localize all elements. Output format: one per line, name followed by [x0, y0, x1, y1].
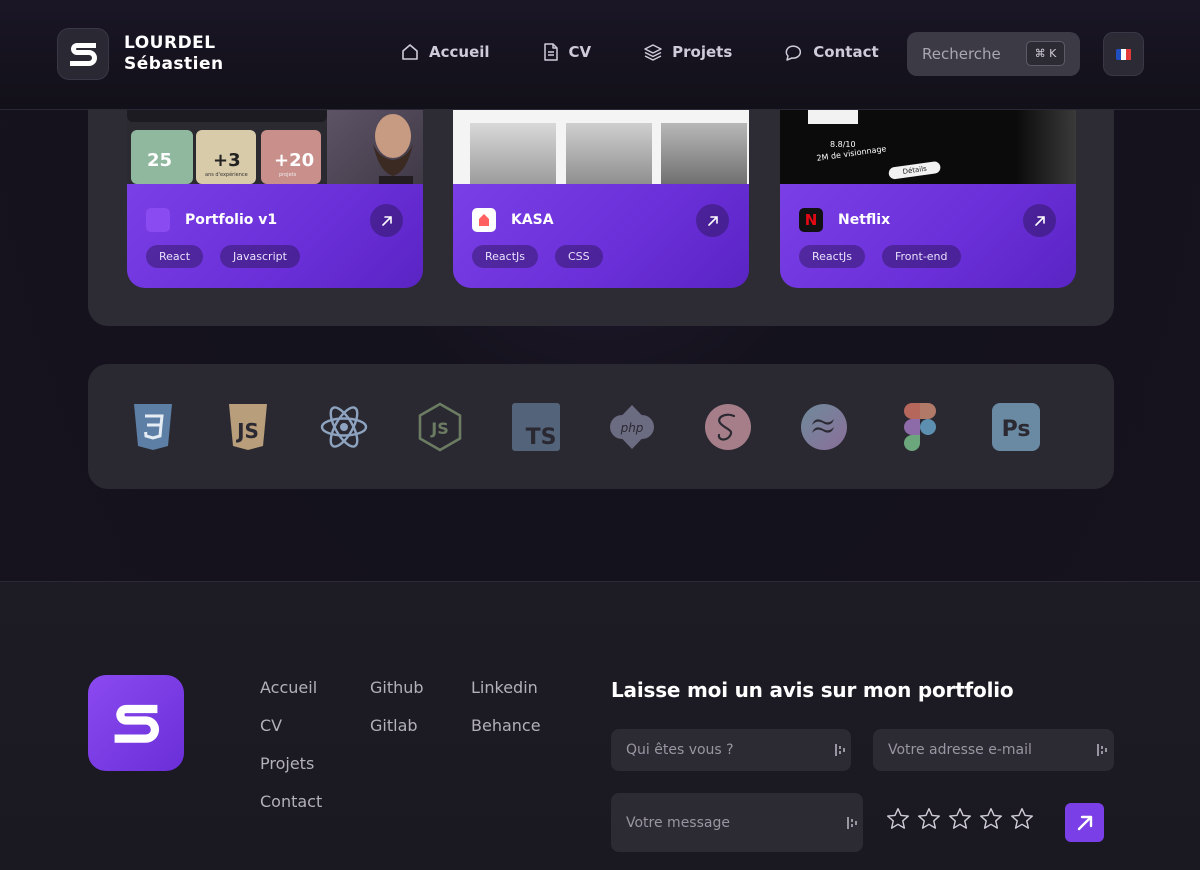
star-icon[interactable] — [978, 806, 1004, 832]
netflix-logo-icon: N — [799, 208, 823, 232]
typescript-icon: TS — [511, 402, 561, 452]
message-field[interactable] — [611, 793, 863, 852]
tag: CSS — [555, 245, 603, 268]
project-title: Portfolio v1 — [185, 212, 278, 228]
document-icon — [543, 43, 558, 61]
project-title: Netflix — [838, 212, 891, 228]
footer-social-column: Linkedin Behance — [471, 678, 541, 754]
figma-icon — [895, 402, 945, 452]
tailwind-icon — [799, 402, 849, 452]
stat-years: 25 — [147, 150, 173, 171]
project-preview-portfolio: 25 +3 +20 ans d'expérience projets — [127, 110, 423, 184]
footer-link-github[interactable]: Github — [370, 678, 424, 698]
nav-item-contact[interactable]: Contact — [784, 42, 879, 62]
svg-text:JS: JS — [235, 419, 259, 443]
netflix-rating: 8.8/10 — [830, 140, 856, 149]
brand-lastname: LOURDEL — [124, 33, 216, 53]
brand[interactable]: LOURDEL Sébastien — [57, 28, 224, 80]
kasa-logo-icon — [472, 208, 496, 232]
netflix-details-pill: Détails — [888, 160, 942, 180]
footer-link-behance[interactable]: Behance — [471, 716, 541, 736]
project-card-portfolio[interactable]: 25 +3 +20 ans d'expérience projets Portf… — [127, 110, 423, 338]
tag: React — [146, 245, 204, 268]
nav-label: Accueil — [429, 43, 490, 61]
tag: ReactJs — [799, 245, 865, 268]
php-icon: php — [607, 402, 657, 452]
tech-stack-strip: JS JS TS php Ps — [88, 364, 1114, 489]
footer: Accueil CV Projets Contact Github Gitlab… — [0, 581, 1200, 870]
star-icon[interactable] — [885, 806, 911, 832]
arrow-up-right-icon — [707, 215, 718, 226]
project-title: KASA — [511, 212, 554, 228]
nav-item-cv[interactable]: CV — [542, 42, 592, 62]
arrow-up-right-icon — [1034, 215, 1045, 226]
project-preview-kasa — [453, 110, 749, 184]
stat-experience: +3 — [213, 150, 241, 171]
search-button[interactable]: Recherche ⌘ K — [907, 32, 1080, 76]
css3-icon — [128, 402, 178, 452]
field-autofill-icon — [847, 817, 857, 829]
rating-stars — [885, 806, 1040, 832]
home-icon — [402, 44, 418, 60]
main-nav: Accueil CV Projets Contact — [400, 42, 879, 62]
stat-experience-caption: ans d'expérience — [205, 172, 248, 178]
sass-icon — [703, 402, 753, 452]
footer-nav-column: Accueil CV Projets Contact — [260, 678, 322, 830]
arrow-up-right-icon — [1077, 815, 1092, 830]
star-icon[interactable] — [947, 806, 973, 832]
footer-link-contact[interactable]: Contact — [260, 792, 322, 812]
chat-icon — [785, 45, 802, 61]
name-field[interactable] — [611, 729, 851, 771]
footer-link-accueil[interactable]: Accueil — [260, 678, 322, 698]
tag: ReactJs — [472, 245, 538, 268]
react-icon — [319, 402, 369, 452]
star-icon[interactable] — [1009, 806, 1035, 832]
nav-item-accueil[interactable]: Accueil — [400, 42, 490, 62]
nav-label: Contact — [813, 43, 879, 61]
top-navbar: LOURDEL Sébastien Accueil CV Projets Con… — [0, 0, 1200, 110]
svg-text:Ps: Ps — [1002, 417, 1031, 442]
language-switch-button[interactable] — [1103, 32, 1144, 76]
portrait-image — [373, 114, 413, 184]
search-label: Recherche — [922, 45, 1001, 63]
review-form-title: Laisse moi un avis sur mon portfolio — [611, 678, 1014, 702]
brand-firstname: Sébastien — [124, 54, 224, 74]
open-project-button[interactable] — [1023, 204, 1056, 237]
project-preview-netflix: 8.8/10 2M de visionnage Détails — [780, 110, 1076, 184]
arrow-up-right-icon — [381, 215, 392, 226]
stat-projects-caption: projets — [279, 172, 297, 178]
svg-text:TS: TS — [526, 425, 557, 450]
photoshop-icon: Ps — [991, 402, 1041, 452]
nav-label: Projets — [672, 43, 733, 61]
star-icon[interactable] — [916, 806, 942, 832]
footer-link-cv[interactable]: CV — [260, 716, 322, 736]
project-card-kasa[interactable]: KASA ReactJs CSS — [453, 110, 749, 338]
nav-item-projets[interactable]: Projets — [643, 42, 732, 62]
layers-icon — [644, 44, 662, 61]
email-field[interactable] — [873, 729, 1114, 771]
stat-projects: +20 — [274, 150, 315, 171]
footer-code-column: Github Gitlab — [370, 678, 424, 754]
svg-text:JS: JS — [430, 419, 448, 438]
javascript-icon: JS — [223, 402, 273, 452]
footer-link-gitlab[interactable]: Gitlab — [370, 716, 424, 736]
svg-text:php: php — [620, 421, 644, 435]
footer-link-projets[interactable]: Projets — [260, 754, 322, 774]
nav-label: CV — [568, 43, 592, 61]
french-flag-icon — [1115, 48, 1132, 60]
footer-link-linkedin[interactable]: Linkedin — [471, 678, 541, 698]
brand-logo-icon — [57, 28, 109, 80]
field-autofill-icon — [835, 744, 845, 756]
search-shortcut: ⌘ K — [1026, 41, 1065, 66]
submit-review-button[interactable] — [1065, 803, 1104, 842]
nodejs-icon: JS — [415, 402, 465, 452]
field-autofill-icon — [1097, 744, 1107, 756]
tag: Front-end — [882, 245, 961, 268]
project-card-netflix[interactable]: 8.8/10 2M de visionnage Détails N Netfli… — [780, 110, 1076, 338]
tag: Javascript — [220, 245, 300, 268]
footer-logo-icon[interactable] — [88, 675, 184, 771]
portfolio-logo-icon — [146, 208, 170, 232]
open-project-button[interactable] — [696, 204, 729, 237]
open-project-button[interactable] — [370, 204, 403, 237]
